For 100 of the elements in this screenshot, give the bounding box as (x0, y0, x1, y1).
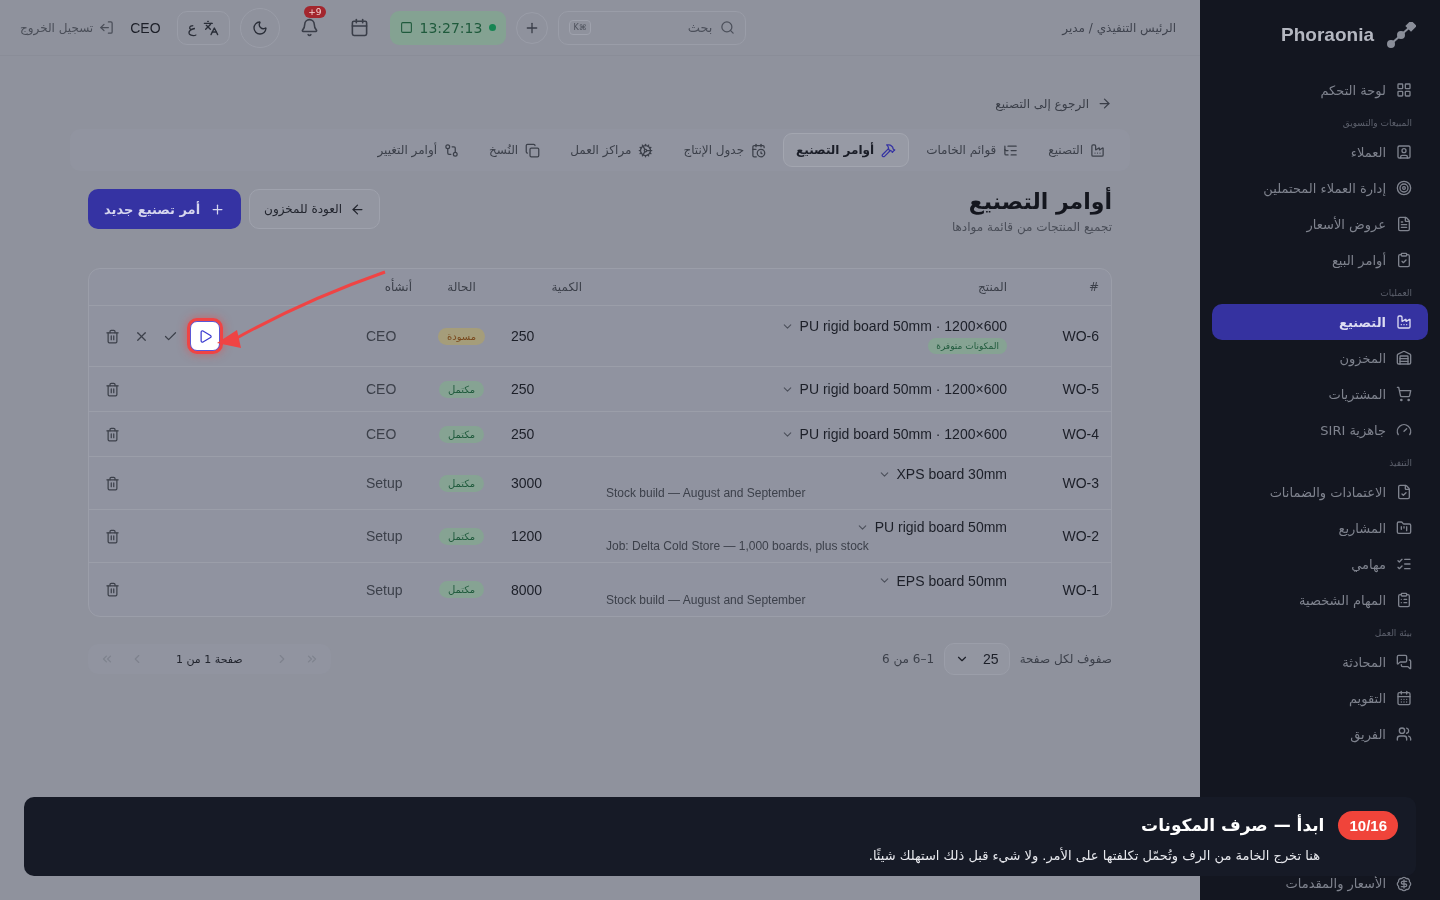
sidebar-item[interactable]: أوامر البيع (1212, 242, 1428, 278)
bell-icon[interactable] (300, 18, 319, 37)
user-name: CEO (130, 19, 161, 36)
tab[interactable]: قوائم الخامات (913, 133, 1032, 167)
sidebar-item[interactable]: عروض الأسعار (1212, 206, 1428, 242)
tab[interactable]: التصنيع (1035, 133, 1118, 167)
table-cell-text: CEO (365, 426, 398, 442)
brand-name: Phoraonia (1281, 24, 1374, 46)
sidebar-item[interactable]: لوحة التحكم (1212, 72, 1428, 108)
table-cell-text: 3000 (510, 475, 544, 491)
tab[interactable]: مراكز العمل (557, 133, 667, 167)
folder-icon (1396, 520, 1412, 536)
clipboard-icon (1396, 592, 1412, 608)
tab[interactable]: جدول الإنتاج (670, 133, 780, 167)
table-cell-text: WO-3 (1061, 475, 1100, 491)
sidebar-item[interactable]: التصنيع (1212, 304, 1428, 340)
warehouse-icon (1396, 350, 1412, 366)
logout-link[interactable]: تسجيل الخروج (20, 20, 115, 35)
clipboard-check-icon (1396, 252, 1412, 268)
sidebar-item[interactable]: المشاريع (1212, 510, 1428, 546)
table-cell-text: CEO (365, 328, 398, 344)
sidebar-item[interactable]: المهام الشخصية (1212, 582, 1428, 618)
rows-per-page-label: صفوف لكل صفحة (1019, 652, 1112, 666)
status-badge: مكتمل (438, 474, 485, 492)
gauge-icon (1396, 422, 1412, 438)
sidebar-item[interactable]: إدارة العملاء المحتملين (1212, 170, 1428, 206)
status-badge: مكتمل (438, 380, 485, 398)
section-heading: العمليات (1379, 287, 1413, 300)
back-link[interactable]: الرجوع إلى التصنيع (995, 96, 1112, 111)
trash-icon (105, 381, 120, 397)
table-cell-text: 8000 (510, 581, 544, 598)
start-button[interactable] (190, 321, 220, 351)
notification-count: +9 (304, 6, 326, 18)
target-icon (1396, 180, 1412, 196)
language-button[interactable]: ع (176, 10, 230, 45)
sidebar-item[interactable]: جاهزية SIRI (1212, 412, 1428, 448)
sidebar-item[interactable]: المحادثة (1212, 644, 1428, 680)
section-heading: المبيعات والتسويق (1341, 117, 1413, 130)
timer[interactable]: 13:27:13 (389, 10, 507, 45)
sidebar-item[interactable]: العملاء (1212, 134, 1428, 170)
tab[interactable]: أوامر التصنيع (783, 133, 910, 167)
step-counter: 10/16 (1338, 810, 1398, 840)
table-cell-text: WO-4 (1061, 426, 1100, 442)
factory-icon (1090, 142, 1105, 158)
column-header: # (1087, 280, 1100, 294)
order-note: Job: Delta Cold Store — 1,000 boards, plus stock (606, 539, 869, 553)
back-to-inventory-button[interactable]: العودة للمخزون (249, 189, 381, 229)
sidebar-item[interactable]: المشتريات (1212, 376, 1428, 412)
product-name: PU rigid board 50mm · 1200×600 (799, 318, 1007, 334)
table-cell-text: Setup (365, 528, 404, 544)
status-badge: مكتمل (438, 581, 485, 598)
column-header: الحالة (446, 280, 477, 294)
tab[interactable]: النُسخ (476, 133, 554, 167)
table-cell-text: WO-2 (1061, 528, 1100, 544)
sidebar-item[interactable]: المخزون (1212, 340, 1428, 376)
calendar-icon (1396, 690, 1412, 706)
gear-icon (638, 142, 654, 158)
page-size-select[interactable]: 25 (944, 643, 1010, 675)
table-cell-text: WO-5 (1061, 381, 1100, 397)
column-header: المنتج (977, 280, 1008, 294)
sidebar-item[interactable]: الأسعار والمقدمات (1212, 876, 1428, 900)
status-badge: مسودة (437, 327, 486, 345)
trash-icon (105, 528, 120, 544)
file-check-icon (1396, 484, 1412, 500)
page-title: أوامر التصنيع (967, 189, 1112, 214)
search-icon (720, 20, 736, 35)
new-order-button[interactable]: أمر تصنيع جديد (88, 189, 242, 229)
sidebar-item[interactable]: مهامي (1212, 546, 1428, 582)
tab[interactable]: أوامر التغيير (364, 133, 473, 167)
sidebar-item[interactable]: الاعتمادات والضمانات (1212, 474, 1428, 510)
page-label: صفحة 1 من 1 (176, 652, 243, 666)
product-name: XPS board 30mm (896, 466, 1007, 482)
sidebar-item[interactable]: الفريق (1212, 716, 1428, 752)
sidebar-item[interactable]: التقويم (1212, 680, 1428, 716)
price-icon (1396, 876, 1412, 892)
availability-badge: المكونات متوفرة (928, 338, 1007, 354)
grid-icon (1396, 82, 1412, 98)
cart-icon (1396, 386, 1412, 402)
tour-title: ابدأ — صرف المكونات (1141, 815, 1325, 835)
status-dot (489, 24, 497, 31)
table-cell-text: Setup (365, 475, 404, 491)
arrow-icon (1097, 96, 1112, 111)
page-subtitle: تجميع المنتجات من قائمة موادها (951, 220, 1112, 234)
checklist-icon (1396, 556, 1412, 572)
compare-icon (444, 142, 460, 158)
calendar-icon[interactable] (350, 18, 369, 37)
section-heading: بيئة العمل (1373, 627, 1413, 640)
table-cell-text: 1200 (510, 528, 544, 544)
table-cell-text: 250 (510, 381, 536, 397)
shortcut-key: K⌘ (569, 20, 591, 35)
chat-icon (1396, 654, 1412, 670)
product-name: EPS board 50mm (896, 572, 1007, 589)
trash-icon (105, 475, 120, 491)
trash-icon (105, 582, 120, 597)
hammer-icon (881, 142, 897, 158)
order-note: Stock build — August and September (606, 486, 806, 500)
logout-icon (99, 20, 115, 35)
delete-button[interactable] (103, 580, 122, 599)
users-icon (1396, 726, 1412, 742)
factory-icon (1396, 314, 1412, 330)
